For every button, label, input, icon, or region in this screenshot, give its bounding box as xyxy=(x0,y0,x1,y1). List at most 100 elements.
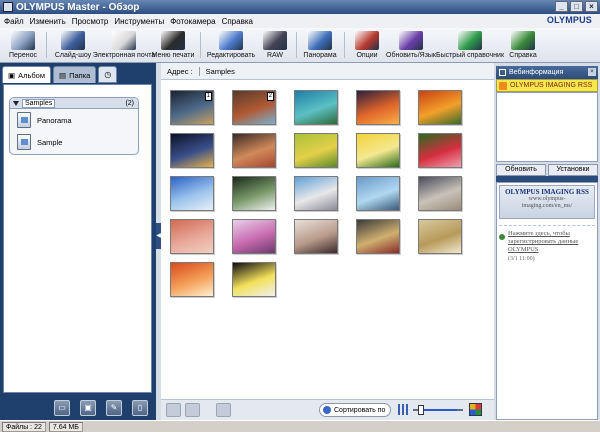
album-group: Samples (2) Panorama Sample xyxy=(9,97,139,155)
photo-thumbnail[interactable] xyxy=(170,262,214,297)
news-banner: OLYMPUS IMAGING RSS www.olympus- imaging… xyxy=(499,185,595,219)
update-language-button[interactable]: Обновить/Язык xyxy=(386,28,436,63)
album-group-header[interactable]: Samples (2) xyxy=(10,98,138,109)
collapse-triangle-icon[interactable] xyxy=(13,100,19,106)
maximize-button[interactable]: □ xyxy=(570,1,583,12)
photo-thumbnail[interactable] xyxy=(356,133,400,168)
web-info-panel: Вебинформация × OLYMPUS IMAGING RSS Обно… xyxy=(494,63,600,420)
minimize-button[interactable]: _ xyxy=(555,1,568,12)
album-item-sample[interactable]: Sample xyxy=(10,131,138,153)
album-icon xyxy=(17,112,31,128)
news-bullet-icon xyxy=(499,234,505,240)
menu-edit[interactable]: Изменить xyxy=(30,17,66,26)
menu-help[interactable]: Справка xyxy=(222,17,253,26)
close-panel-icon[interactable]: × xyxy=(588,68,596,76)
delete-album-icon[interactable]: ▯ xyxy=(132,399,148,416)
panorama-badge: 2 xyxy=(266,92,274,101)
photo-thumbnail[interactable] xyxy=(418,133,462,168)
add-to-album-icon[interactable] xyxy=(216,403,231,417)
news-link[interactable]: Нажмите здесь, чтобы зарегистрировать да… xyxy=(508,230,595,254)
menu-file[interactable]: Файл xyxy=(4,17,24,26)
photo-thumbnail[interactable] xyxy=(294,90,338,125)
quick-guide-label: Быстрый справочник xyxy=(435,52,505,59)
title-bar: OLYMPUS Master - Обзор _ □ × xyxy=(0,0,600,14)
web-info-icon xyxy=(499,69,506,76)
web-info-header: Вебинформация × xyxy=(496,66,598,79)
menu-camera[interactable]: Фотокамера xyxy=(170,17,215,26)
panorama-icon xyxy=(308,31,332,50)
photo-thumbnail[interactable] xyxy=(170,133,214,168)
photo-thumbnail[interactable] xyxy=(294,219,338,254)
thumbnail-grid-icon[interactable] xyxy=(398,404,409,415)
edit-album-icon[interactable]: ✎ xyxy=(106,399,122,416)
panorama-button[interactable]: Панорама xyxy=(302,28,338,63)
rotate-right-icon[interactable] xyxy=(185,403,200,417)
menu-tools[interactable]: Инструменты xyxy=(114,17,164,26)
photo-thumbnail[interactable]: 1 xyxy=(170,90,214,125)
options-label: Опции xyxy=(356,52,378,59)
browser-bottom-bar: Сортировать по xyxy=(161,399,494,420)
photo-thumbnail[interactable] xyxy=(418,219,462,254)
calendar-clock-icon[interactable]: ◷ xyxy=(98,66,118,83)
close-button[interactable]: × xyxy=(585,1,598,12)
photo-thumbnail[interactable] xyxy=(418,90,462,125)
rotate-left-icon[interactable] xyxy=(166,403,181,417)
photo-thumbnail[interactable] xyxy=(232,133,276,168)
photo-thumbnail[interactable] xyxy=(170,176,214,211)
tab-folder[interactable]: ▤ Папка xyxy=(53,66,97,83)
raw-button[interactable]: RAW xyxy=(260,28,290,63)
photo-thumbnail[interactable] xyxy=(232,262,276,297)
rss-icon xyxy=(499,81,507,90)
photo-thumbnail[interactable] xyxy=(294,133,338,168)
new-album-icon[interactable]: ▭ xyxy=(54,399,70,416)
sort-by-button[interactable]: Сортировать по xyxy=(319,403,391,417)
large-view-icon[interactable] xyxy=(469,403,482,416)
photo-thumbnail[interactable] xyxy=(356,219,400,254)
zoom-slider-knob[interactable] xyxy=(418,405,425,415)
zoom-slider-fill xyxy=(419,409,457,411)
email-icon xyxy=(112,31,136,50)
quick-guide-button[interactable]: Быстрый справочник xyxy=(436,28,504,63)
raw-label: RAW xyxy=(266,52,284,59)
rss-feed-selector[interactable]: OLYMPUS IMAGING RSS xyxy=(496,79,598,92)
news-item[interactable]: Нажмите здесь, чтобы зарегистрировать да… xyxy=(499,225,595,262)
update-language-label: Обновить/Язык xyxy=(386,52,436,59)
toolbar-separator xyxy=(296,32,297,58)
slideshow-label: Слайд-шоу xyxy=(54,52,92,59)
photo-thumbnail[interactable] xyxy=(232,219,276,254)
print-menu-button[interactable]: Меню печати xyxy=(152,28,194,63)
address-value[interactable]: Samples xyxy=(206,67,235,76)
app-icon xyxy=(3,2,13,12)
slideshow-button[interactable]: Слайд-шоу xyxy=(54,28,92,63)
news-subtitle-line2: imaging.com/en_ms/ xyxy=(521,203,573,209)
album-item-panorama[interactable]: Panorama xyxy=(10,109,138,131)
help-button[interactable]: Справка xyxy=(508,28,538,63)
menu-view[interactable]: Просмотр xyxy=(72,17,109,26)
raw-icon xyxy=(263,31,287,50)
photo-thumbnail[interactable] xyxy=(170,219,214,254)
address-separator xyxy=(198,66,200,76)
news-subtitle-line1: www.olympus- xyxy=(528,196,566,202)
email-button[interactable]: Электронная почта xyxy=(93,28,155,63)
toolbar-separator xyxy=(46,32,47,58)
settings-button[interactable]: Установки xyxy=(548,164,598,176)
photo-thumbnail[interactable] xyxy=(356,176,400,211)
window-title: OLYMPUS Master xyxy=(16,1,100,13)
tab-album[interactable]: ▣ Альбом xyxy=(2,66,52,83)
photo-thumbnail[interactable] xyxy=(356,90,400,125)
photo-thumbnail[interactable] xyxy=(232,176,276,211)
options-button[interactable]: Опции xyxy=(352,28,382,63)
refresh-button[interactable]: Обновить xyxy=(496,164,546,176)
news-content: OLYMPUS IMAGING RSS www.olympus- imaging… xyxy=(496,182,598,420)
photo-thumbnail[interactable]: 2 xyxy=(232,90,276,125)
rss-buttons: Обновить Установки xyxy=(496,164,598,176)
photo-thumbnail[interactable] xyxy=(418,176,462,211)
printer-icon xyxy=(161,31,185,50)
transfer-button[interactable]: Перенос xyxy=(6,28,40,63)
edit-button[interactable]: Редактировать xyxy=(207,28,255,63)
photo-thumbnail[interactable] xyxy=(294,176,338,211)
panorama-badge: 1 xyxy=(204,92,212,101)
status-total-size: 7.64 МБ xyxy=(48,421,83,432)
import-icon[interactable]: ▣ xyxy=(80,399,96,416)
panorama-label: Панорама xyxy=(303,52,337,59)
